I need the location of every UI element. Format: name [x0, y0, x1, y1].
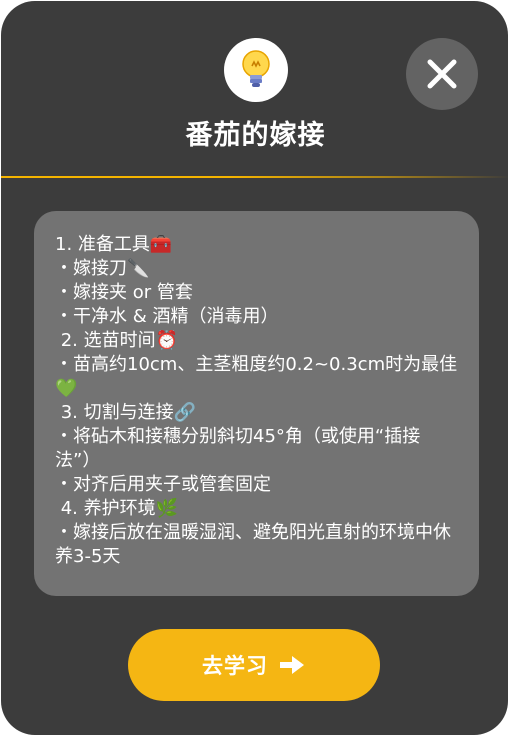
close-icon — [427, 59, 457, 89]
lightbulb-badge — [224, 38, 288, 102]
go-learn-label: 去学习 — [202, 654, 268, 678]
go-learn-button[interactable]: 去学习 — [128, 629, 380, 701]
content-panel: 1. 准备工具🧰 ・嫁接刀🔪 ・嫁接夹 or 管套 ・干净水 & 酒精（消毒用）… — [34, 211, 479, 596]
title-divider — [1, 176, 508, 178]
content-text: 1. 准备工具🧰 ・嫁接刀🔪 ・嫁接夹 or 管套 ・干净水 & 酒精（消毒用）… — [55, 234, 458, 567]
lightbulb-icon — [242, 50, 270, 87]
close-button[interactable] — [406, 38, 478, 110]
dialog-title: 番茄的嫁接 — [185, 120, 326, 151]
learning-dialog: 番茄的嫁接 1. 准备工具🧰 ・嫁接刀🔪 ・嫁接夹 or 管套 ・干净水 & 酒… — [1, 1, 508, 735]
arrow-right-icon — [280, 656, 304, 674]
